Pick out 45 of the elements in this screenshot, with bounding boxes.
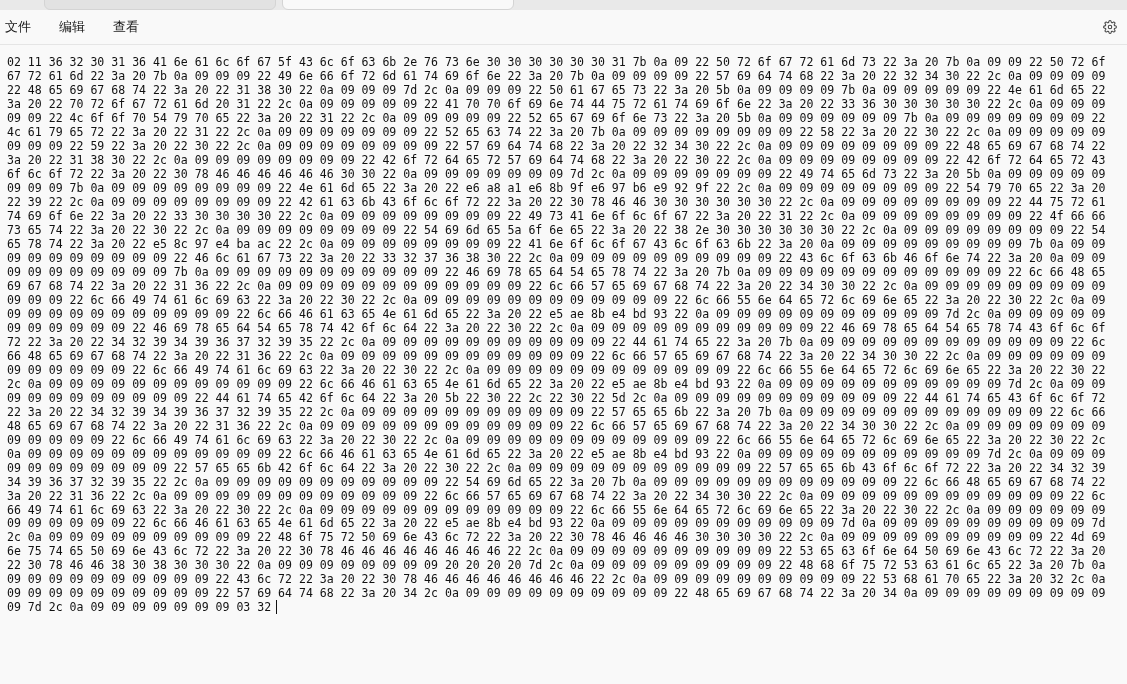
menu-item[interactable]: 文件	[5, 18, 31, 36]
hex-line: 09 09 09 09 09 09 22 6c 66 49 74 61 6c 69 63 22 3a 20 22 30 22 2c 0a 09 09 09 09 09 09 09 09 09 09 09 09 22 6c 66 55 6e 64 65 72 6c 69 6e 65 22 3a 20 22 30 22	[7, 362, 1106, 377]
hex-line: 09 09 09 09 09 09 09 09 09 22 44 61 74 65 42 6f 6c 64 22 3a 20 5b 22 30 22 2c 22 30 22 5d 2c 0a 09 09 09 09 09 09 09 09 09 09 09 22 44 61 74 65 43 6f 6c 6f 72	[7, 390, 1106, 405]
hex-line: 67 72 61 6d 22 3a 20 7b 0a 09 09 09 22 49 6e 66 6f 72 6d 61 74 69 6f 6e 22 3a 20 7b 0a 09 09 09 09 22 57 69 64 74 68 22 3a 20 22 32 34 30 22 2c 0a 09 09 09 09	[7, 69, 1106, 83]
hex-line: 66 49 74 61 6c 69 63 22 3a 20 22 30 22 2c 0a 09 09 09 09 09 09 09 09 09 09 09 09 22 6c 66 55 6e 64 65 72 6c 69 6e 65 22 3a 20 22 30 22 2c 0a 09 09 09 09 09 09	[7, 502, 1106, 517]
hex-line: 4c 61 79 65 72 22 3a 20 22 31 22 2c 0a 09 09 09 09 09 09 09 22 52 65 63 74 22 3a 20 7b 0a 09 09 09 09 09 09 09 09 22 58 22 3a 20 22 30 22 2c 0a 09 09 09 09 09	[7, 124, 1106, 139]
hex-line: 72 22 3a 20 22 34 32 39 34 39 36 37 32 39 35 22 2c 0a 09 09 09 09 09 09 09 09 09 09 09 22 44 61 74 65 22 3a 20 7b 0a 09 09 09 09 09 09 09 09 09 09 09 09 22 6c	[7, 334, 1106, 349]
hex-line: 09 09 09 09 09 22 6c 66 49 74 61 6c 69 63 22 3a 20 22 30 22 2c 0a 09 09 09 09 09 09 09 09 09 09 09 09 22 6c 66 55 6e 64 65 72 6c 69 6e 65 22 3a 20 22 30 22 2c	[7, 432, 1106, 447]
hex-line: 09 09 09 7b 0a 09 09 09 09 09 09 09 09 22 4e 61 6d 65 22 3a 20 22 e6 a8 a1 e6 8b 9f e6 97 b6 e9 92 9f 22 2c 0a 09 09 09 09 09 09 09 09 22 54 79 70 65 22 3a 20	[7, 180, 1106, 195]
hex-line: 09 09 09 09 09 09 09 09 22 46 6c 61 67 73 22 3a 20 22 33 32 37 36 38 30 22 2c 0a 09 09 09 09 09 09 09 09 09 09 22 43 6c 6f 63 6b 46 6f 6e 74 22 3a 20 0a 09 09	[7, 250, 1106, 265]
menu-item[interactable]: 编辑	[59, 18, 85, 36]
hex-line: 65 78 74 22 3a 20 22 e5 8c 97 e4 ba ac 22 2c 0a 09 09 09 09 09 09 09 09 22 41 6e 6f 6c 6f 67 43 6c 6f 63 6b 22 3a 20 0a 09 09 09 09 09 09 09 09 09 7b 0a 09 09	[7, 236, 1106, 251]
hex-line: 66 48 65 69 67 68 74 22 3a 20 22 31 36 22 2c 0a 09 09 09 09 09 09 09 09 09 09 09 09 22 6c 66 57 65 69 67 68 74 22 3a 20 22 34 30 30 22 2c 0a 09 09 09 09 09 09	[7, 348, 1106, 363]
hex-line: 34 39 36 37 32 39 35 22 2c 0a 09 09 09 09 09 09 09 09 09 09 09 22 54 69 6d 65 22 3a 20 7b 0a 09 09 09 09 09 09 09 09 09 09 09 09 22 6c 66 48 65 69 67 68 74 22	[7, 474, 1106, 489]
hex-line: 6e 75 74 65 50 69 6e 43 6c 72 22 3a 20 22 30 78 46 46 46 46 46 46 46 46 22 2c 0a 09 09 09 09 09 09 09 09 09 09 22 53 65 63 6f 6e 64 50 69 6e 43 6c 72 22 3a 20	[7, 544, 1106, 559]
hex-line: 09 09 22 4c 6f 6f 70 54 79 70 65 22 3a 20 22 31 22 2c 0a 09 09 09 09 09 22 52 65 67 69 6f 6e 73 22 3a 20 5b 0a 09 09 09 09 09 09 7b 0a 09 09 09 09 09 09 09 22	[7, 110, 1106, 125]
hex-line: 2c 0a 09 09 09 09 09 09 09 09 09 09 09 09 22 6c 66 46 61 63 65 4e 61 6d 65 22 3a 20 22 e5 ae 8b e4 bd 93 22 0a 09 09 09 09 09 09 09 09 09 09 09 7d 2c 0a 09 09	[7, 376, 1106, 391]
hex-line: 3a 20 22 31 38 30 22 2c 0a 09 09 09 09 09 09 09 09 22 42 6f 72 64 65 72 57 69 64 74 68 22 3a 20 22 30 22 2c 0a 09 09 09 09 09 09 09 09 22 42 6f 72 64 65 72 43	[7, 152, 1106, 167]
hex-line: 0a 09 09 09 09 09 09 09 09 09 09 09 09 22 6c 66 46 61 63 65 4e 61 6d 65 22 3a 20 22 e5 ae 8b e4 bd 93 22 0a 09 09 09 09 09 09 09 09 09 09 09 7d 2c 0a 09 09 09	[7, 446, 1106, 461]
hex-line: 02 11 36 32 30 31 36 41 6e 61 6c 6f 67 5f 43 6c 6f 63 6b 2e 76 73 6e 30 30 30 30 30 30 31 7b 0a 09 22 50 72 6f 67 72 61 6d 73 22 3a 20 7b 0a 09 09 22 50 72 6f	[7, 55, 1106, 69]
hex-line: 09 09 09 22 59 22 3a 20 22 30 22 2c 0a 09 09 09 09 09 09 09 09 22 57 69 64 74 68 22 3a 20 22 32 34 30 22 2c 0a 09 09 09 09 09 09 09 09 22 48 65 69 67 68 74 22	[7, 138, 1106, 153]
hex-line: 09 09 09 22 6c 66 49 74 61 6c 69 63 22 3a 20 22 30 22 2c 0a 09 09 09 09 09 09 09 09 09 09 09 09 22 6c 66 55 6e 64 65 72 6c 69 6e 65 22 3a 20 22 30 22 2c 0a 09	[7, 292, 1106, 307]
hex-line: 69 67 68 74 22 3a 20 22 31 36 22 2c 0a 09 09 09 09 09 09 09 09 09 09 09 09 22 6c 66 57 65 69 67 68 74 22 3a 20 22 34 30 30 22 2c 0a 09 09 09 09 09 09 09 09 09	[7, 278, 1106, 293]
hex-line: 09 09 09 09 09 09 22 46 69 78 65 64 54 65 78 74 42 6f 6c 64 22 3a 20 22 30 22 2c 0a 09 09 09 09 09 09 09 09 09 09 09 22 46 69 78 65 64 54 65 78 74 43 6f 6c 6f	[7, 320, 1106, 335]
hex-line: 22 30 78 46 46 38 30 38 30 30 30 22 0a 09 09 09 09 09 09 09 09 20 20 20 20 7d 2c 0a 09 09 09 09 09 09 09 09 09 22 48 68 6f 75 72 53 63 61 6c 65 22 3a 20 7b 0a	[7, 558, 1106, 573]
text-cursor	[276, 600, 278, 615]
hex-line: 6f 6c 6f 72 22 3a 20 22 30 78 46 46 46 46 46 46 30 30 22 0a 09 09 09 09 09 09 09 7d 2c 0a 09 09 09 09 09 09 09 22 49 74 65 6d 73 22 3a 20 5b 0a 09 09 09 09 09	[7, 166, 1106, 181]
hex-line: 09 09 09 09 09 09 09 09 09 09 22 43 6c 72 22 3a 20 22 30 78 46 46 46 46 46 46 46 46 22 2c 0a 09 09 09 09 09 09 09 09 09 09 22 53 68 61 70 65 22 3a 20 32 2c 0a	[7, 572, 1106, 587]
hex-line: 09 09 09 09 09 09 09 09 09 09 09 22 6c 66 46 61 63 65 4e 61 6d 65 22 3a 20 22 e5 ae 8b e4 bd 93 22 0a 09 09 09 09 09 09 09 09 09 09 09 7d 2c 0a 09 09 09 09 09	[7, 306, 1106, 321]
hex-line: 74 69 6f 6e 22 3a 20 22 33 30 30 30 30 22 2c 0a 09 09 09 09 09 09 09 09 22 49 73 41 6e 6f 6c 6f 67 22 3a 20 22 31 22 2c 0a 09 09 09 09 09 09 09 09 22 4f 66 66	[7, 208, 1106, 223]
hex-line: 22 3a 20 22 34 32 39 34 39 36 37 32 39 35 22 2c 0a 09 09 09 09 09 09 09 09 09 09 09 22 57 65 65 6b 22 3a 20 7b 0a 09 09 09 09 09 09 09 09 09 09 09 09 22 6c 66	[7, 404, 1106, 419]
hex-line: 73 65 74 22 3a 20 22 30 22 2c 0a 09 09 09 09 09 09 09 09 22 54 69 6d 65 5a 6f 6e 65 22 3a 20 22 38 2e 30 30 30 30 30 30 22 2c 0a 09 09 09 09 09 09 09 09 22 54	[7, 222, 1106, 237]
hex-line: 22 39 22 2c 0a 09 09 09 09 09 09 09 09 22 42 61 63 6b 43 6f 6c 6f 72 22 3a 20 22 30 78 46 46 30 30 30 30 30 30 22 2c 0a 09 09 09 09 09 09 09 09 22 44 75 72 61	[7, 194, 1106, 209]
hex-line: 2c 0a 09 09 09 09 09 09 09 09 09 09 22 48 6f 75 72 50 69 6e 43 6c 72 22 3a 20 22 30 78 46 46 46 46 30 30 30 30 22 2c 0a 09 09 09 09 09 09 09 09 09 09 22 4d 69	[7, 530, 1106, 545]
hex-line: 48 65 69 67 68 74 22 3a 20 22 31 36 22 2c 0a 09 09 09 09 09 09 09 09 09 09 09 09 22 6c 66 57 65 69 67 68 74 22 3a 20 22 34 30 30 22 2c 0a 09 09 09 09 09 09 09	[7, 418, 1106, 433]
hex-line: 09 09 09 09 09 09 09 09 22 57 65 65 6b 42 6f 6c 64 22 3a 20 22 30 22 2c 0a 09 09 09 09 09 09 09 09 09 09 09 22 57 65 65 6b 43 6f 6c 6f 72 22 3a 20 22 34 32 39	[7, 460, 1106, 475]
hex-line: 3a 20 22 31 36 22 2c 0a 09 09 09 09 09 09 09 09 09 09 09 09 22 6c 66 57 65 69 67 68 74 22 3a 20 22 34 30 30 22 2c 0a 09 09 09 09 09 09 09 09 09 09 09 09 22 6c	[7, 488, 1106, 503]
hex-line: 09 09 09 09 09 09 09 09 09 09 22 57 69 64 74 68 22 3a 20 34 2c 0a 09 09 09 09 09 09 09 09 09 09 22 48 65 69 67 68 74 22 3a 20 34 0a 09 09 09 09 09 09 09 09 09	[7, 586, 1106, 601]
hex-line: 3a 20 22 70 72 6f 67 72 61 6d 20 31 22 2c 0a 09 09 09 09 09 22 41 70 70 6f 69 6e 74 44 75 72 61 74 69 6f 6e 22 3a 20 22 33 36 30 30 30 30 30 22 2c 0a 09 09 09	[7, 96, 1106, 111]
menu-item[interactable]: 查看	[113, 18, 139, 36]
hex-line: 22 48 65 69 67 68 74 22 3a 20 22 31 38 30 22 0a 09 09 09 7d 2c 0a 09 09 09 22 50 61 67 65 73 22 3a 20 5b 0a 09 09 09 09 7b 0a 09 09 09 09 09 22 4e 61 6d 65 22	[7, 82, 1106, 97]
hex-line: 09 7d 2c 0a 09 09 09 09 09 09 09 03 32	[7, 600, 272, 615]
hex-line: 09 09 09 09 09 09 22 6c 66 46 61 63 65 4e 61 6d 65 22 3a 20 22 e5 ae 8b e4 bd 93 22 0a 09 09 09 09 09 09 09 09 09 09 09 7d 0a 09 09 09 09 09 09 09 09 09 09 7d	[7, 516, 1106, 531]
settings-icon[interactable]	[1101, 18, 1119, 36]
hex-line: 09 09 09 09 09 09 09 09 7b 0a 09 09 09 09 09 09 09 09 09 09 09 22 46 69 78 65 64 54 65 78 74 22 3a 20 7b 0a 09 09 09 09 09 09 09 09 09 09 09 09 22 6c 66 48 65	[7, 264, 1106, 279]
